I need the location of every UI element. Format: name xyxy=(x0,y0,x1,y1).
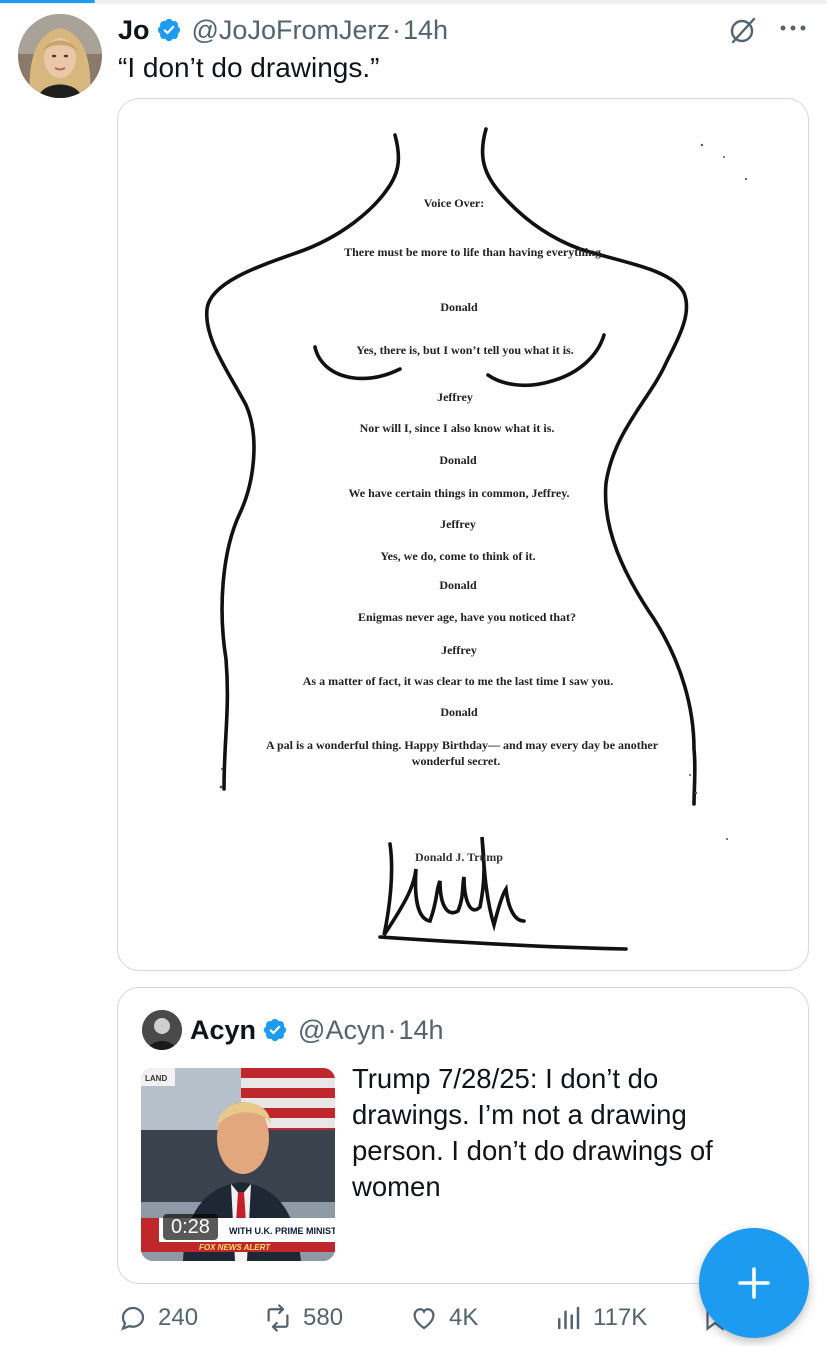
video-duration: 0:28 xyxy=(163,1214,218,1240)
letter-speaker: Donald xyxy=(440,300,478,314)
tweet-text: “I don’t do drawings.” xyxy=(118,52,380,83)
like-count: 4K xyxy=(449,1304,479,1331)
video-chyron: WITH U.K. PRIME MINISTE xyxy=(229,1226,335,1236)
separator-dot: · xyxy=(387,1014,397,1045)
letter-signature-name: Donald J. Trump xyxy=(415,850,503,864)
letter-line: Enigmas never age, have you noticed that… xyxy=(358,610,576,624)
top-divider xyxy=(0,0,827,4)
quote-author-handle[interactable]: @Acyn xyxy=(298,1015,385,1046)
letter-line: Yes, we do, come to think of it. xyxy=(380,549,535,563)
letter-line: We have certain things in common, Jeffre… xyxy=(348,486,569,500)
letter-voice-over: Voice Over: xyxy=(424,196,485,210)
compose-button[interactable] xyxy=(699,1228,809,1338)
video-ticker: FOX NEWS ALERT xyxy=(199,1243,271,1252)
repost-count: 580 xyxy=(303,1304,344,1331)
letter-line: There must be more to life than having e… xyxy=(344,245,604,259)
letter-speaker: Donald xyxy=(439,578,477,592)
verified-badge-icon[interactable] xyxy=(262,1017,288,1043)
letter-speaker: Jeffrey xyxy=(441,643,477,657)
views-button[interactable]: 117K xyxy=(553,1296,647,1340)
quote-header: Acyn @Acyn · 14h xyxy=(190,1012,444,1048)
view-count: 117K xyxy=(593,1304,648,1331)
quote-text: Trump 7/28/25: I don’t do drawings. I’m … xyxy=(352,1063,713,1202)
quote-author-name[interactable]: Acyn xyxy=(190,1015,256,1046)
avatar-image xyxy=(18,14,102,98)
author-handle[interactable]: @JoJoFromJerz xyxy=(192,15,390,46)
author-name[interactable]: Jo xyxy=(118,15,150,46)
avatar-image xyxy=(142,1010,182,1050)
like-button[interactable]: 4K xyxy=(409,1296,478,1340)
compose-plus-icon xyxy=(738,1267,770,1299)
repost-button[interactable]: 580 xyxy=(263,1296,343,1340)
video-thumbnail[interactable]: LAND WITH U.K. PRIME MINISTE FOX NEWS AL… xyxy=(141,1068,335,1261)
tweet-media[interactable]: Voice Over: There must be more to life t… xyxy=(117,98,809,971)
tweet-time[interactable]: 14h xyxy=(403,15,448,46)
quoted-tweet[interactable]: Acyn @Acyn · 14h LAND WITH U.K. PRIME MI… xyxy=(117,987,809,1284)
quote-author-avatar[interactable] xyxy=(142,1010,182,1050)
letter-speaker: Donald xyxy=(440,705,478,719)
letter-drawing: Voice Over: There must be more to life t… xyxy=(205,127,748,951)
verified-badge-icon[interactable] xyxy=(156,17,182,43)
reply-count: 240 xyxy=(158,1304,199,1331)
views-icon xyxy=(558,1306,580,1330)
author-avatar[interactable] xyxy=(18,14,102,98)
letter-line: Nor will I, since I also know what it is… xyxy=(360,421,555,435)
letter-speaker: Jeffrey xyxy=(437,390,473,404)
grok-icon[interactable] xyxy=(727,14,759,46)
like-icon xyxy=(413,1308,435,1330)
letter-line: As a matter of fact, it was clear to me … xyxy=(303,674,613,688)
reply-icon xyxy=(121,1306,145,1331)
separator-dot: · xyxy=(391,14,401,45)
more-icon[interactable] xyxy=(775,16,811,40)
tab-indicator xyxy=(0,0,95,3)
letter-line: wonderful secret. xyxy=(412,754,500,768)
reply-button[interactable]: 240 xyxy=(118,1296,198,1340)
repost-icon xyxy=(267,1304,289,1332)
tweet-header: Jo @JoJoFromJerz · 14h xyxy=(118,12,448,48)
letter-line: A pal is a wonderful thing. Happy Birthd… xyxy=(266,738,659,752)
letter-speaker: Donald xyxy=(439,453,477,467)
svg-text:LAND: LAND xyxy=(145,1074,167,1083)
quote-time[interactable]: 14h xyxy=(398,1015,443,1046)
letter-line: Yes, there is, but I won’t tell you what… xyxy=(356,343,573,357)
letter-speaker: Jeffrey xyxy=(440,517,476,531)
